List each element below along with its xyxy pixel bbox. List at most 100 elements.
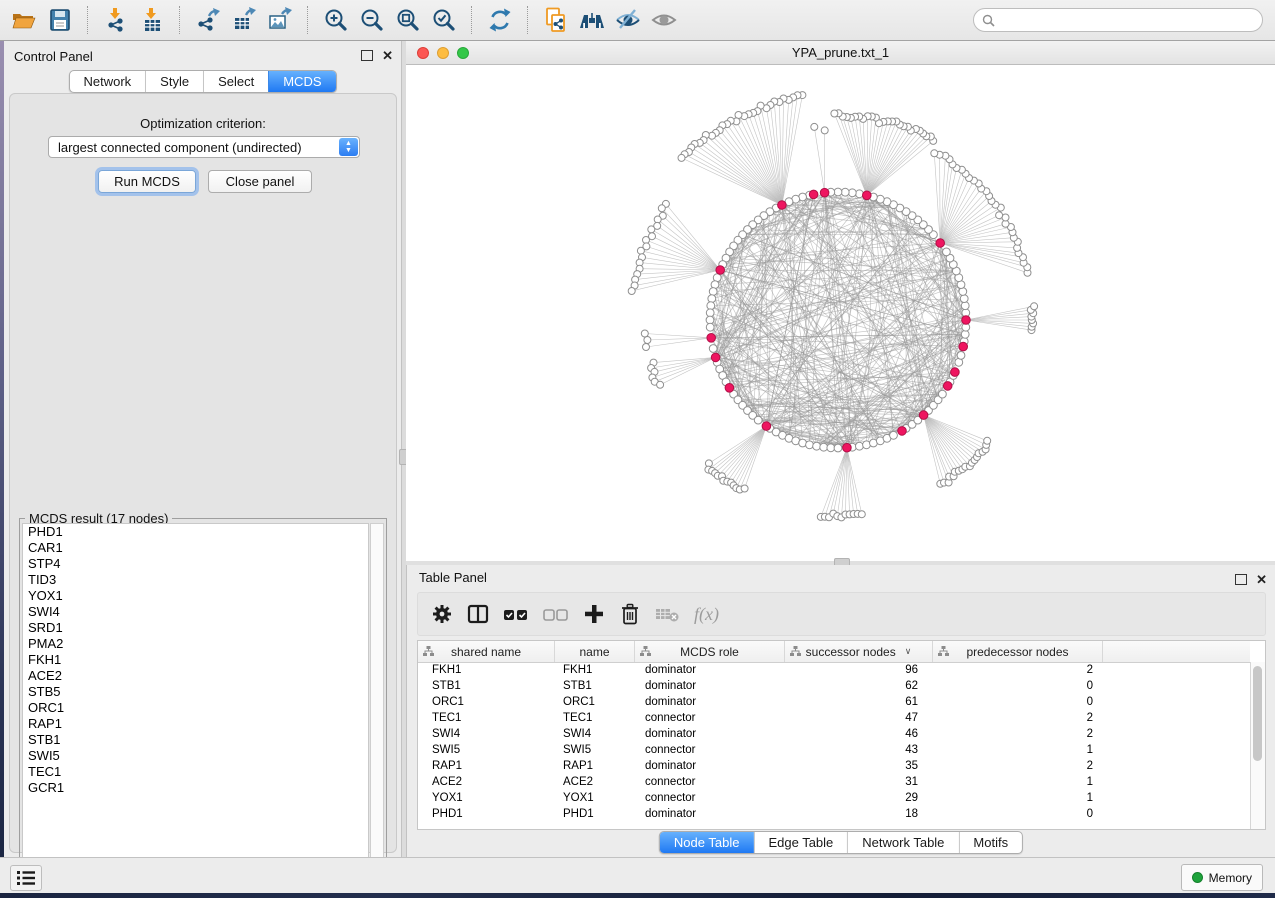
graph-node[interactable] <box>644 337 651 344</box>
mcds-result-item[interactable]: STB5 <box>23 684 368 700</box>
graph-node[interactable] <box>957 352 965 360</box>
graph-node[interactable] <box>843 443 852 452</box>
table-row[interactable]: FKH1FKH1dominator962 <box>418 662 1250 678</box>
graph-node[interactable] <box>806 441 814 449</box>
column-header-mcds-role[interactable]: MCDS role <box>635 641 785 662</box>
graph-node[interactable] <box>813 442 821 450</box>
mcds-result-item[interactable]: SWI4 <box>23 604 368 620</box>
network-view-canvas[interactable] <box>406 65 1275 561</box>
graph-node[interactable] <box>709 345 717 353</box>
tab-mcds[interactable]: MCDS <box>268 71 335 92</box>
mcds-result-scrollbar[interactable] <box>370 523 384 885</box>
mcds-result-item[interactable]: FKH1 <box>23 652 368 668</box>
graph-node[interactable] <box>648 226 655 233</box>
add-column-icon[interactable] <box>582 602 606 626</box>
graph-node[interactable] <box>890 431 898 439</box>
graph-node[interactable] <box>643 344 650 351</box>
graph-node[interactable] <box>856 190 864 198</box>
zoom-out-icon[interactable] <box>357 5 387 35</box>
graph-node[interactable] <box>1031 303 1038 310</box>
search-binoculars-icon[interactable] <box>577 5 607 35</box>
graph-node[interactable] <box>709 288 717 296</box>
mcds-result-item[interactable]: PMA2 <box>23 636 368 652</box>
graph-node[interactable] <box>951 368 960 377</box>
optimization-criterion-select[interactable]: largest connected component (undirected)… <box>48 136 360 158</box>
mcds-result-item[interactable]: STB1 <box>23 732 368 748</box>
graph-node[interactable] <box>741 485 748 492</box>
close-panel-icon[interactable]: ✕ <box>1256 575 1267 585</box>
graph-node[interactable] <box>708 295 716 303</box>
graph-node[interactable] <box>711 353 720 362</box>
table-row[interactable]: RAP1RAP1dominator352 <box>418 758 1250 774</box>
task-history-button[interactable] <box>10 865 42 891</box>
refresh-layout-icon[interactable] <box>485 5 515 35</box>
table-row[interactable]: YOX1YOX1connector291 <box>418 790 1250 806</box>
column-header-name[interactable]: name <box>555 641 635 662</box>
graph-node[interactable] <box>936 239 945 248</box>
graph-node[interactable] <box>984 437 991 444</box>
graph-node[interactable] <box>820 188 829 197</box>
export-table-icon[interactable] <box>229 5 259 35</box>
mcds-result-item[interactable]: SRD1 <box>23 620 368 636</box>
select-all-checkboxes-icon[interactable] <box>502 602 530 626</box>
graph-node[interactable] <box>841 188 849 196</box>
graph-node[interactable] <box>754 416 762 424</box>
graph-node[interactable] <box>628 288 635 295</box>
gear-icon[interactable] <box>430 602 454 626</box>
graph-node[interactable] <box>821 127 828 134</box>
mcds-result-item[interactable]: ORC1 <box>23 700 368 716</box>
graph-node[interactable] <box>856 442 864 450</box>
mcds-result-item[interactable]: GCR1 <box>23 780 368 796</box>
mcds-result-item[interactable]: ACE2 <box>23 668 368 684</box>
memory-button[interactable]: Memory <box>1181 864 1263 891</box>
mcds-result-item[interactable]: CAR1 <box>23 540 368 556</box>
tab-select[interactable]: Select <box>203 71 268 92</box>
graph-node[interactable] <box>725 384 734 393</box>
column-header-shared-name[interactable]: shared name <box>418 641 555 662</box>
tab-style[interactable]: Style <box>145 71 203 92</box>
table-row[interactable]: ACE2ACE2connector311 <box>418 774 1250 790</box>
graph-node[interactable] <box>834 188 842 196</box>
tab-edge-table[interactable]: Edge Table <box>753 832 847 853</box>
graph-node[interactable] <box>996 212 1003 219</box>
table-row[interactable]: PHD1PHD1dominator180 <box>418 806 1250 822</box>
graph-node[interactable] <box>716 266 725 275</box>
graph-node[interactable] <box>831 110 838 117</box>
close-panel-button[interactable]: Close panel <box>208 170 312 193</box>
mcds-result-item[interactable]: STP4 <box>23 556 368 572</box>
table-row[interactable]: TEC1TEC1connector472 <box>418 710 1250 726</box>
table-row[interactable]: STB1STB1dominator620 <box>418 678 1250 694</box>
table-row[interactable]: ORC1ORC1dominator610 <box>418 694 1250 710</box>
import-table-icon[interactable] <box>137 5 167 35</box>
graph-node[interactable] <box>706 323 714 331</box>
graph-node[interactable] <box>848 189 856 197</box>
graph-node[interactable] <box>863 191 872 200</box>
export-image-icon[interactable] <box>265 5 295 35</box>
graph-node[interactable] <box>858 511 865 518</box>
graph-node[interactable] <box>931 150 938 157</box>
zoom-selected-icon[interactable] <box>429 5 459 35</box>
graph-node[interactable] <box>678 154 685 161</box>
graph-node[interactable] <box>658 205 665 212</box>
column-layout-icon[interactable] <box>466 602 490 626</box>
graph-node[interactable] <box>707 334 716 343</box>
run-mcds-button[interactable]: Run MCDS <box>98 170 196 193</box>
save-session-icon[interactable] <box>45 5 75 35</box>
graph-node[interactable] <box>820 443 828 451</box>
mcds-result-item[interactable]: RAP1 <box>23 716 368 732</box>
graph-node[interactable] <box>898 427 907 436</box>
scrollbar-thumb[interactable] <box>1253 666 1262 761</box>
graph-node[interactable] <box>641 330 648 337</box>
graph-node[interactable] <box>707 302 715 310</box>
table-row[interactable]: SWI5SWI5connector431 <box>418 742 1250 758</box>
unselect-all-checkboxes-icon[interactable] <box>542 602 570 626</box>
delete-column-icon[interactable] <box>618 602 642 626</box>
hide-graphics-details-icon[interactable] <box>613 5 643 35</box>
search-input[interactable] <box>1000 12 1262 28</box>
graph-node[interactable] <box>919 411 928 420</box>
column-header-successor-nodes[interactable]: successor nodes∨ <box>785 641 933 662</box>
table-row[interactable]: SWI4SWI4dominator462 <box>418 726 1250 742</box>
graph-node[interactable] <box>943 248 951 256</box>
graph-node[interactable] <box>834 444 842 452</box>
graph-node[interactable] <box>961 330 969 338</box>
